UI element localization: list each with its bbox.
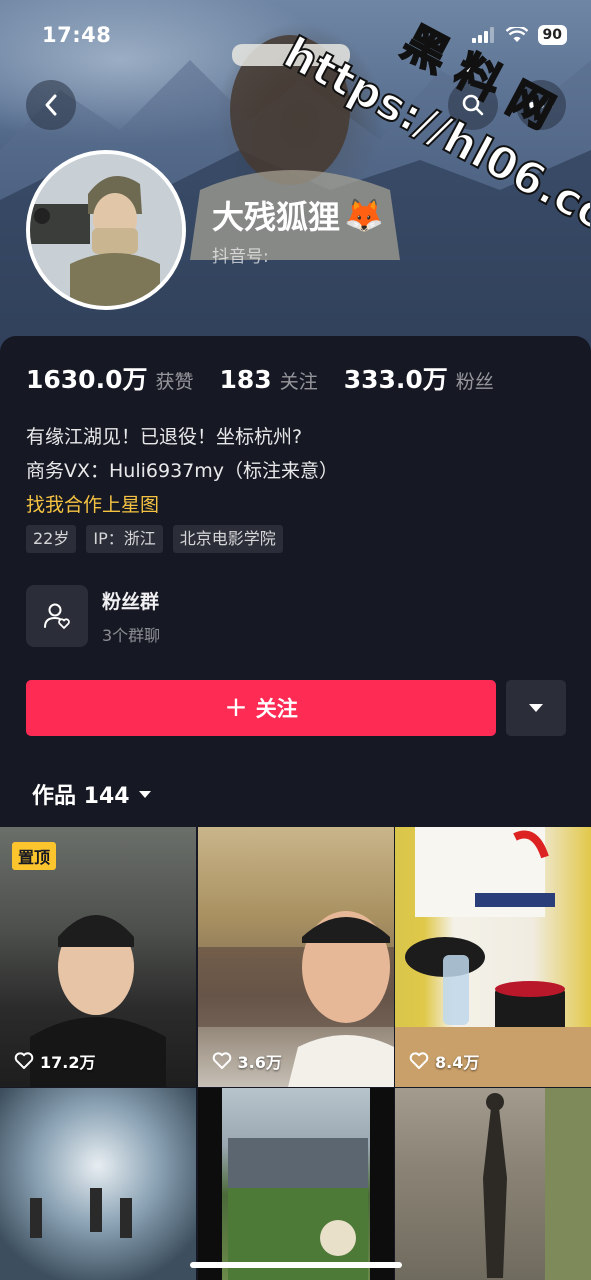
- stat-followers-value: 333.0万: [343, 365, 448, 394]
- search-button[interactable]: [448, 80, 498, 130]
- tag-ip-location: IP：浙江: [86, 525, 163, 553]
- video-grid: 置顶 17.2万 3.6万 8.4万: [0, 827, 591, 1280]
- like-count: 8.4万: [409, 1049, 479, 1073]
- fan-group-icon: [26, 585, 88, 647]
- douyin-id[interactable]: 抖音号:: [212, 242, 269, 267]
- profile-nickname: 大残狐狸 🦊: [212, 192, 384, 238]
- video-tile[interactable]: 8.4万: [395, 827, 591, 1087]
- home-indicator: [190, 1262, 402, 1268]
- video-tile[interactable]: [0, 1088, 196, 1280]
- stat-followers-label: 粉丝: [455, 371, 494, 393]
- video-thumbnail: [197, 1088, 394, 1280]
- more-button[interactable]: [516, 80, 566, 130]
- video-tile[interactable]: [197, 1088, 394, 1280]
- like-count: 3.6万: [212, 1049, 282, 1073]
- star-map-link[interactable]: 找我合作上星图: [26, 488, 338, 522]
- bio-line-1: 有缘江湖见！已退役！坐标杭州?: [26, 426, 303, 448]
- tag-age: 22岁: [26, 525, 77, 553]
- tag-school[interactable]: 北京电影学院: [172, 525, 283, 553]
- bio-line-2: 商务VX：Huli6937my（标注来意）: [26, 460, 339, 482]
- stat-followers[interactable]: 333.0万 粉丝: [344, 360, 494, 396]
- chevron-left-icon: [45, 94, 57, 116]
- stat-following[interactable]: 183 关注: [220, 365, 318, 394]
- avatar[interactable]: [26, 150, 186, 310]
- follow-button[interactable]: + 关注: [26, 680, 496, 736]
- plus-icon: +: [224, 689, 248, 723]
- video-thumbnail: [197, 911, 394, 1087]
- status-time: 17:48: [42, 23, 112, 47]
- video-thumbnail: [395, 827, 591, 1087]
- user-heart-icon: [44, 603, 70, 629]
- avatar-photo: [30, 154, 182, 306]
- heart-icon: [212, 1052, 231, 1069]
- signal-icon: [471, 27, 494, 43]
- video-tile[interactable]: 置顶 17.2万: [0, 827, 196, 1087]
- caret-down-icon: [138, 790, 151, 798]
- profile-tags: 22岁 IP：浙江 北京电影学院: [26, 525, 283, 553]
- status-bar: 17:48 90: [0, 0, 591, 70]
- stat-likes-value: 1630.0万: [26, 365, 148, 394]
- pinned-badge: 置顶: [12, 842, 57, 870]
- stats-row: 1630.0万 获赞 183 关注 333.0万 粉丝: [26, 360, 520, 396]
- like-count-value: 8.4万: [435, 1053, 480, 1072]
- caret-down-icon: [529, 704, 543, 712]
- follow-label: 关注: [255, 697, 298, 721]
- like-count-value: 17.2万: [40, 1053, 96, 1072]
- recommend-dropdown-button[interactable]: [506, 680, 566, 736]
- like-count-value: 3.6万: [237, 1053, 282, 1072]
- like-count: 17.2万: [14, 1049, 95, 1073]
- bio: 有缘江湖见！已退役！坐标杭州? 商务VX：Huli6937my（标注来意） 找我…: [26, 420, 338, 522]
- status-icons: 90: [471, 25, 567, 45]
- fan-group-entry[interactable]: 粉丝群 3个群聊: [26, 585, 160, 647]
- nickname-text: 大残狐狸: [212, 198, 341, 236]
- video-thumbnail: [30, 1188, 132, 1238]
- works-tab[interactable]: 作品 144: [32, 778, 152, 810]
- video-tile[interactable]: 3.6万: [197, 827, 394, 1087]
- fox-emoji: 🦊: [344, 196, 384, 234]
- stat-following-label: 关注: [279, 371, 318, 393]
- search-icon: [462, 94, 484, 116]
- heart-icon: [14, 1052, 34, 1069]
- battery-indicator: 90: [537, 25, 567, 45]
- stat-following-value: 183: [219, 365, 272, 394]
- fan-group-subtitle: 3个群聊: [102, 625, 161, 645]
- profile-page: 17:48 90 黑 料 网 https://hl06.co 大残狐狸 🦊 抖音…: [0, 0, 591, 1280]
- wifi-icon: [505, 27, 528, 42]
- fan-group-title: 粉丝群: [102, 590, 160, 613]
- back-button[interactable]: [26, 80, 76, 130]
- stat-likes[interactable]: 1630.0万 获赞: [26, 360, 194, 396]
- stat-likes-label: 获赞: [155, 371, 194, 393]
- video-tile[interactable]: [395, 1088, 591, 1280]
- heart-icon: [409, 1052, 429, 1069]
- video-thumbnail: [483, 1088, 591, 1280]
- more-dots-icon: [529, 102, 553, 108]
- works-label: 作品 144: [32, 784, 130, 809]
- fan-group-text: 粉丝群 3个群聊: [102, 587, 160, 646]
